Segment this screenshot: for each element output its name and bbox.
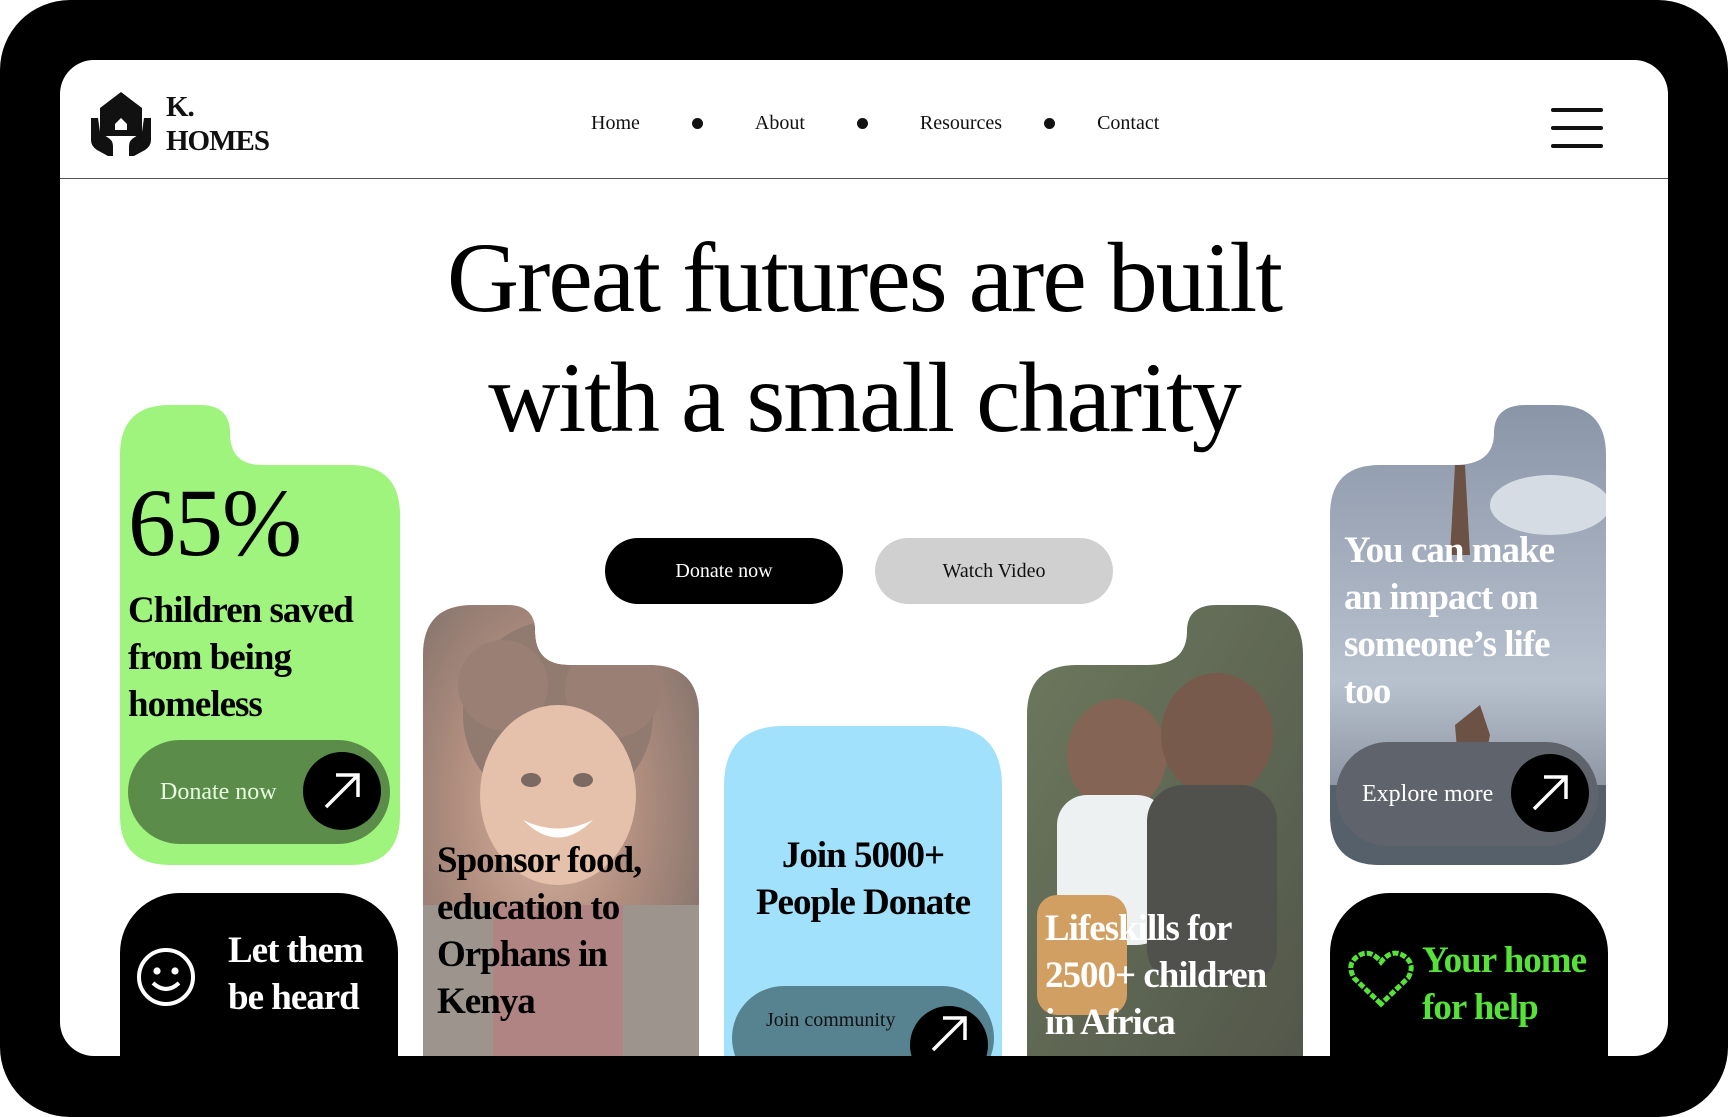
arrow-up-right-icon bbox=[910, 1006, 988, 1056]
device-frame: K. HOMES Home About Resources Contact Gr… bbox=[0, 0, 1728, 1117]
stat-donate-label: Donate now bbox=[160, 778, 277, 805]
nav-about[interactable]: About bbox=[755, 112, 805, 135]
hero-line1: Great futures are built bbox=[446, 222, 1283, 333]
home-card: Your home for help bbox=[1330, 893, 1608, 1056]
watch-video-button[interactable]: Watch Video bbox=[875, 538, 1113, 604]
browser-screen: K. HOMES Home About Resources Contact Gr… bbox=[60, 60, 1668, 1056]
join-card: Join 5000+ People Donate Join community bbox=[724, 726, 1002, 1056]
top-nav: K. HOMES Home About Resources Contact bbox=[60, 60, 1668, 179]
nav-resources[interactable]: Resources bbox=[920, 112, 1002, 135]
heard-card: Let them be heard bbox=[120, 893, 398, 1056]
sponsor-card: Sponsor food, education to Orphans in Ke… bbox=[423, 605, 699, 1056]
logo-icon bbox=[91, 92, 151, 156]
arrow-up-right-icon bbox=[1511, 754, 1589, 832]
nav-contact[interactable]: Contact bbox=[1097, 112, 1159, 135]
nav-separator bbox=[691, 118, 703, 129]
nav-separator bbox=[856, 118, 868, 129]
brand-line2: HOMES bbox=[166, 125, 270, 157]
smiley-icon bbox=[137, 948, 195, 1006]
join-community-label: Join community bbox=[766, 1008, 896, 1031]
lifeskills-text: Lifeskills for 2500+ children in Africa bbox=[1045, 908, 1267, 1043]
stat-value: 65% bbox=[128, 469, 302, 576]
home-text: Your home for help bbox=[1422, 940, 1587, 1028]
join-text: Join 5000+ People Donate bbox=[755, 835, 971, 923]
stat-donate-button[interactable]: Donate now bbox=[128, 740, 390, 844]
explore-more-button[interactable]: Explore more bbox=[1336, 742, 1598, 846]
main-menu: Home About Resources Contact bbox=[591, 112, 1159, 135]
brand-logo[interactable]: K. HOMES bbox=[88, 90, 270, 158]
stat-text: Children saved from being homeless bbox=[128, 590, 354, 725]
stat-card: 65% Children saved from being homeless D… bbox=[120, 405, 400, 865]
heard-text: Let them be heard bbox=[228, 930, 364, 1018]
nav-separator bbox=[1044, 118, 1056, 129]
explore-more-label: Explore more bbox=[1362, 780, 1494, 807]
impact-card: You can make an impact on someone’s life… bbox=[1330, 405, 1606, 865]
sponsor-text: Sponsor food, education to Orphans in Ke… bbox=[437, 840, 642, 1022]
lifeskills-card: Lifeskills for 2500+ children in Africa bbox=[1027, 605, 1303, 1056]
impact-text: You can make an impact on someone’s life… bbox=[1344, 530, 1555, 712]
join-community-button[interactable]: Join community bbox=[732, 986, 994, 1056]
heart-icon bbox=[1348, 950, 1414, 1008]
arrow-up-right-icon bbox=[303, 752, 381, 830]
brand-line1: K. bbox=[166, 91, 195, 123]
nav-home[interactable]: Home bbox=[591, 112, 640, 135]
donate-now-button[interactable]: Donate now bbox=[605, 538, 843, 604]
hamburger-icon[interactable] bbox=[1551, 108, 1603, 150]
